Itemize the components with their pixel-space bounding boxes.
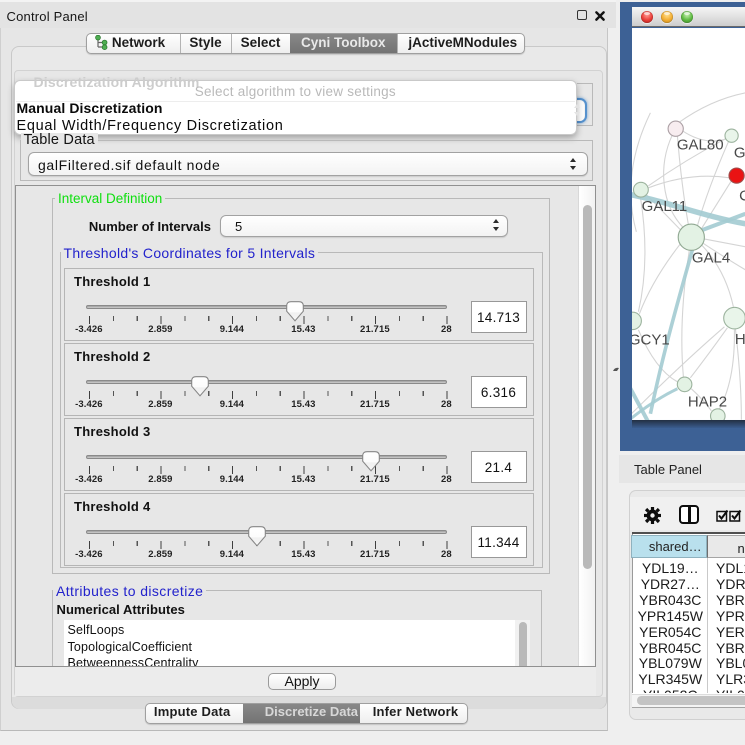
svg-text:GAL11: GAL11 [641, 198, 687, 215]
svg-text:HAP2: HAP2 [687, 393, 726, 410]
svg-text:GAL80: GAL80 [676, 136, 723, 153]
svg-text:GA: GA [733, 144, 744, 161]
svg-text:C: C [739, 187, 745, 204]
svg-text:GCY1: GCY1 [632, 331, 670, 348]
svg-text:H: H [734, 331, 744, 348]
svg-text:GAL4: GAL4 [691, 249, 729, 266]
